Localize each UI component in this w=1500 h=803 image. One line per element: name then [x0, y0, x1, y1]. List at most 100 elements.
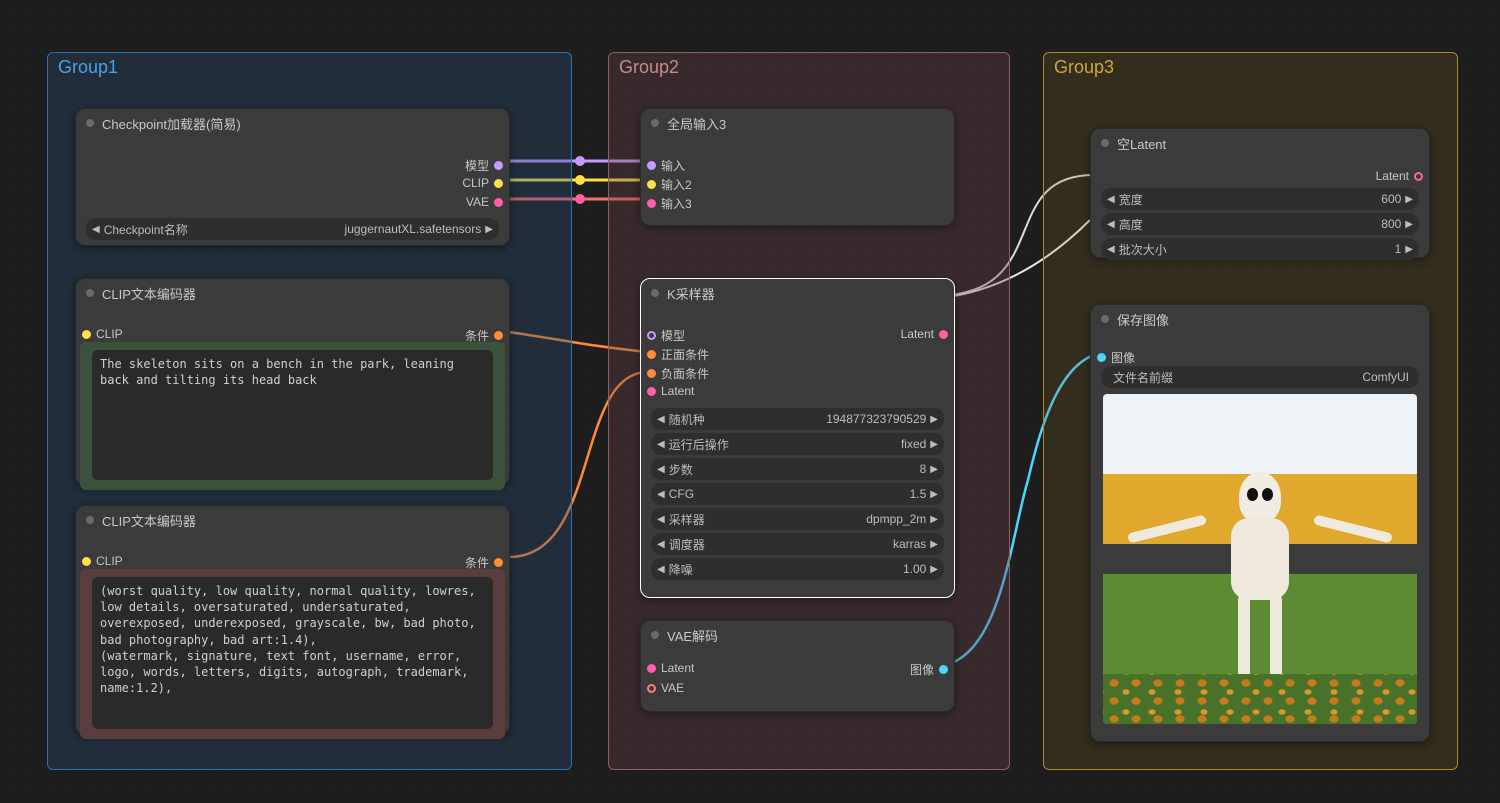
widget-value: juggernautXL.safetensors — [194, 222, 482, 236]
port-label: 输入3 — [661, 195, 692, 212]
collapse-dot-icon[interactable] — [86, 516, 94, 524]
port-label-clip: CLIP — [462, 176, 489, 190]
node-title: 全局输入3 — [667, 114, 726, 133]
port-label: CLIP — [96, 327, 123, 341]
node-header[interactable]: CLIP文本编码器 — [76, 506, 509, 534]
port-label: 输入 — [661, 157, 685, 174]
collapse-dot-icon[interactable] — [651, 119, 659, 127]
chevron-left-icon[interactable]: ◀ — [92, 224, 100, 235]
port-pin-neg[interactable] — [647, 369, 656, 378]
widget-filename-prefix[interactable]: 文件名前缀 ComfyUI — [1101, 366, 1419, 388]
port-label: 条件 — [465, 554, 489, 571]
port-pin-clip-in[interactable] — [82, 330, 91, 339]
node-title: VAE解码 — [667, 626, 718, 645]
collapse-dot-icon[interactable] — [1101, 315, 1109, 323]
port-pin-pos[interactable] — [647, 350, 656, 359]
port-pin-image-in[interactable] — [1097, 353, 1106, 362]
port-label: Latent — [661, 661, 694, 675]
node-save-image[interactable]: 保存图像 图像 文件名前缀 ComfyUI — [1090, 304, 1430, 742]
port-pin-latent[interactable] — [647, 664, 656, 673]
port-label: 图像 — [1111, 349, 1135, 366]
widget-steps[interactable]: ◀步数8▶ — [651, 458, 944, 480]
group-1-title: Group1 — [58, 57, 118, 78]
port-pin[interactable] — [647, 199, 656, 208]
port-pin-model[interactable] — [647, 331, 656, 340]
port-pin-cond-out[interactable] — [494, 558, 503, 567]
chevron-right-icon[interactable]: ▶ — [485, 224, 493, 235]
widget-after[interactable]: ◀运行后操作fixed▶ — [651, 433, 944, 455]
node-title: CLIP文本编码器 — [102, 284, 196, 303]
widget-seed[interactable]: ◀随机种194877323790529▶ — [651, 408, 944, 430]
link-dot-clip — [575, 175, 585, 185]
node-checkpoint-loader[interactable]: Checkpoint加载器(简易) 模型 CLIP VAE ◀ Checkpoi… — [75, 108, 510, 246]
port-pin-vae[interactable] — [647, 684, 656, 693]
port-pin-latent-out[interactable] — [939, 330, 948, 339]
node-header[interactable]: VAE解码 — [641, 621, 954, 649]
node-header[interactable]: 空Latent — [1091, 129, 1429, 157]
port-pin-vae[interactable] — [494, 198, 503, 207]
node-global-inputs[interactable]: 全局输入3 输入 输入2 输入3 — [640, 108, 955, 226]
widget-denoise[interactable]: ◀降噪1.00▶ — [651, 558, 944, 580]
node-title: Checkpoint加载器(简易) — [102, 114, 241, 133]
link-dot-vae — [575, 194, 585, 204]
port-pin-cond-out[interactable] — [494, 331, 503, 340]
node-header[interactable]: 保存图像 — [1091, 305, 1429, 333]
port-pin[interactable] — [647, 161, 656, 170]
widget-scheduler[interactable]: ◀调度器karras▶ — [651, 533, 944, 555]
port-label: 图像 — [910, 661, 934, 678]
port-label: 输入2 — [661, 176, 692, 193]
node-header[interactable]: K采样器 — [641, 279, 954, 307]
port-label: CLIP — [96, 554, 123, 568]
node-header[interactable]: 全局输入3 — [641, 109, 954, 137]
port-pin-model[interactable] — [494, 161, 503, 170]
widget-ckpt-name[interactable]: ◀ Checkpoint名称 juggernautXL.safetensors … — [86, 218, 499, 240]
port-label: 条件 — [465, 327, 489, 344]
node-title: 空Latent — [1117, 134, 1166, 153]
port-label: VAE — [661, 681, 684, 695]
port-pin-latent-out[interactable] — [1414, 172, 1423, 181]
node-ksampler[interactable]: K采样器 模型 正面条件 负面条件 Latent Latent ◀随机种1948… — [640, 278, 955, 598]
node-title: K采样器 — [667, 284, 715, 303]
preview-torso — [1231, 518, 1289, 600]
collapse-dot-icon[interactable] — [651, 631, 659, 639]
collapse-dot-icon[interactable] — [1101, 139, 1109, 147]
output-image-preview[interactable] — [1103, 394, 1417, 724]
collapse-dot-icon[interactable] — [86, 289, 94, 297]
node-vae-decode[interactable]: VAE解码 Latent VAE 图像 — [640, 620, 955, 712]
port-label: 正面条件 — [661, 346, 709, 363]
port-pin[interactable] — [647, 180, 656, 189]
preview-skull — [1239, 472, 1281, 522]
group-2-title: Group2 — [619, 57, 679, 78]
port-pin-clip-in[interactable] — [82, 557, 91, 566]
node-header[interactable]: Checkpoint加载器(简易) — [76, 109, 509, 137]
widget-batch[interactable]: ◀批次大小1▶ — [1101, 238, 1419, 260]
collapse-dot-icon[interactable] — [86, 119, 94, 127]
node-empty-latent[interactable]: 空Latent Latent ◀宽度600▶ ◀高度800▶ ◀批次大小1▶ — [1090, 128, 1430, 258]
port-label: 负面条件 — [661, 365, 709, 382]
port-pin-image-out[interactable] — [939, 665, 948, 674]
prompt-text[interactable]: The skeleton sits on a bench in the park… — [92, 350, 493, 480]
widget-sampler[interactable]: ◀采样器dpmpp_2m▶ — [651, 508, 944, 530]
port-label-vae: VAE — [466, 195, 489, 209]
preview-arm — [1127, 514, 1207, 543]
node-clip-positive[interactable]: CLIP文本编码器 CLIP 条件 The skeleton sits on a… — [75, 278, 510, 486]
node-title: CLIP文本编码器 — [102, 511, 196, 530]
port-label: Latent — [901, 327, 934, 341]
port-pin-latent-in[interactable] — [647, 387, 656, 396]
node-title: 保存图像 — [1117, 310, 1169, 329]
port-label: Latent — [1376, 169, 1409, 183]
node-header[interactable]: CLIP文本编码器 — [76, 279, 509, 307]
negative-prompt-text[interactable]: (worst quality, low quality, normal qual… — [92, 577, 493, 729]
link-dot-model — [575, 156, 585, 166]
port-label-model: 模型 — [465, 157, 489, 174]
preview-leaves — [1103, 674, 1417, 724]
widget-width[interactable]: ◀宽度600▶ — [1101, 188, 1419, 210]
port-label: Latent — [661, 384, 694, 398]
node-clip-negative[interactable]: CLIP文本编码器 CLIP 条件 (worst quality, low qu… — [75, 505, 510, 735]
widget-label: Checkpoint名称 — [104, 221, 188, 238]
collapse-dot-icon[interactable] — [651, 289, 659, 297]
widget-height[interactable]: ◀高度800▶ — [1101, 213, 1419, 235]
port-label: 模型 — [661, 327, 685, 344]
widget-cfg[interactable]: ◀CFG1.5▶ — [651, 483, 944, 505]
port-pin-clip[interactable] — [494, 179, 503, 188]
